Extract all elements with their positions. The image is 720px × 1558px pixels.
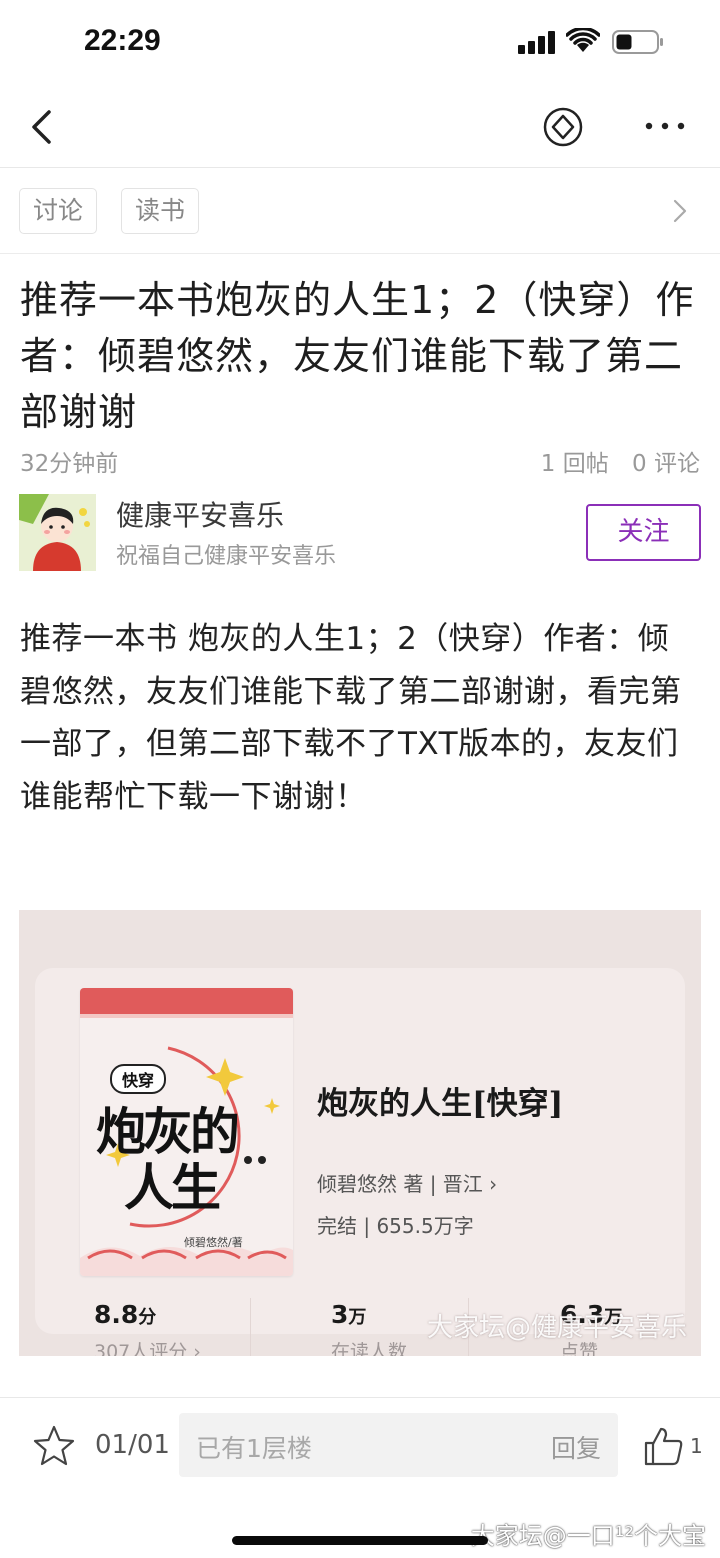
book-author: 倾碧悠然 著 | 晋江 › bbox=[317, 1172, 498, 1196]
image-watermark: 大家坛@健康平安喜乐 bbox=[426, 1313, 687, 1343]
thumbs-up-icon[interactable] bbox=[642, 1424, 686, 1468]
stat-readers-value: 3 bbox=[331, 1300, 349, 1329]
post-stats: 1 回帖 0 评论 bbox=[525, 444, 700, 478]
bottom-bar: 01/01 已有1层楼 回复 1 大家坛@一口¹²个大宝 bbox=[0, 1397, 720, 1558]
stat-readers-label: 在读人数 bbox=[331, 1341, 408, 1356]
tag-reading[interactable]: 读书 bbox=[121, 188, 200, 234]
post-body: 推荐一本书 炮灰的人生1；2（快穿）作者：倾碧悠然，友友们谁能下载了第二部谢谢，… bbox=[20, 621, 682, 815]
book-card: 快穿 炮灰的 人生 倾碧悠然/著 炮灰的人生[快穿] 倾碧悠然 著 | 晋江 ›… bbox=[35, 968, 685, 1356]
cellular-signal-icon bbox=[518, 30, 558, 54]
page-indicator[interactable]: 01/01 bbox=[95, 1430, 170, 1460]
tags-row: 讨论 读书 bbox=[0, 168, 720, 254]
star-outline-icon[interactable] bbox=[32, 1424, 76, 1468]
cover-title-line2: 人生 bbox=[124, 1158, 221, 1217]
stat-rating-label: 307人评分 › bbox=[94, 1341, 201, 1356]
stat-readers-unit: 万 bbox=[348, 1307, 367, 1328]
book-cover: 快穿 炮灰的 人生 倾碧悠然/著 bbox=[80, 988, 293, 1276]
status-bar: 22:29 bbox=[0, 0, 720, 86]
post-time: 32分钟前 bbox=[20, 451, 119, 477]
book-title: 炮灰的人生[快穿] bbox=[317, 1086, 564, 1122]
stat-rating-unit: 分 bbox=[138, 1307, 157, 1328]
avatar-illustration-icon bbox=[19, 494, 96, 571]
home-indicator[interactable] bbox=[232, 1536, 488, 1545]
post-image[interactable]: 快穿 炮灰的 人生 倾碧悠然/著 炮灰的人生[快穿] 倾碧悠然 著 | 晋江 ›… bbox=[19, 910, 701, 1356]
author-name[interactable]: 健康平安喜乐 bbox=[116, 494, 284, 534]
battery-icon bbox=[612, 30, 663, 54]
more-dots-icon[interactable] bbox=[644, 116, 686, 136]
reply-placeholder: 已有1层楼 bbox=[196, 1434, 312, 1463]
status-time: 22:29 bbox=[84, 24, 161, 57]
nav-bar bbox=[0, 86, 720, 168]
author-signature: 祝福自己健康平安喜乐 bbox=[116, 544, 337, 569]
stat-divider bbox=[250, 1298, 251, 1356]
book-status: 完结 | 655.5万字 bbox=[317, 1214, 474, 1238]
footer-watermark: 大家坛@一口¹²个大宝 bbox=[470, 1522, 706, 1550]
post-title: 推荐一本书炮灰的人生1；2（快穿）作者：倾碧悠然，友友们谁能下载了第二部谢谢 bbox=[20, 278, 695, 434]
author-row: 健康平安喜乐 祝福自己健康平安喜乐 关注 bbox=[19, 492, 701, 572]
cover-tag: 快穿 bbox=[110, 1064, 167, 1094]
comment-count: 0 评论 bbox=[632, 451, 700, 477]
wifi-icon bbox=[566, 28, 600, 52]
stat-rating: 8.8分 307人评分 › bbox=[94, 1300, 201, 1356]
stat-rating-value: 8.8 bbox=[94, 1300, 139, 1329]
chevron-right-icon[interactable] bbox=[668, 196, 692, 226]
reply-button[interactable]: 回复 bbox=[551, 1429, 601, 1465]
cover-author: 倾碧悠然/著 bbox=[184, 1236, 243, 1249]
reply-count: 1 回帖 bbox=[540, 451, 609, 477]
reply-input[interactable]: 已有1层楼 回复 bbox=[179, 1413, 618, 1477]
avatar[interactable] bbox=[19, 494, 96, 571]
post-meta: 32分钟前 1 回帖 0 评论 bbox=[20, 440, 700, 480]
diamond-badge-icon[interactable] bbox=[542, 106, 584, 148]
tag-discussion[interactable]: 讨论 bbox=[19, 188, 98, 234]
back-icon[interactable] bbox=[22, 106, 62, 148]
stat-readers: 3万 在读人数 bbox=[331, 1300, 407, 1356]
follow-button[interactable]: 关注 bbox=[586, 504, 701, 561]
like-count: 1 bbox=[690, 1434, 703, 1458]
